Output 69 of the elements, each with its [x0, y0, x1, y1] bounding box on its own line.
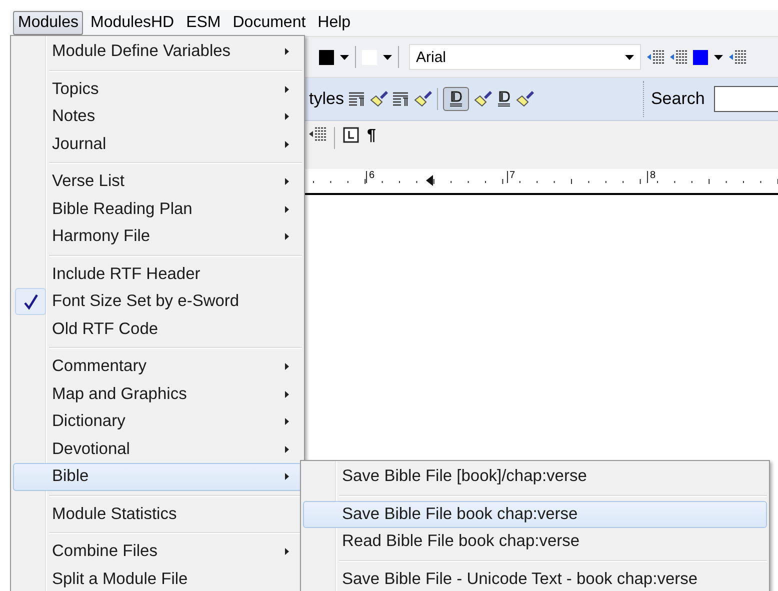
- tab-stop-icon[interactable]: [343, 127, 359, 143]
- menu-item[interactable]: Save Bible File [book]/chap:verse: [303, 463, 767, 490]
- submenu-arrow-icon: [285, 446, 289, 453]
- menu-title[interactable]: ESM: [181, 11, 226, 35]
- brush-icon[interactable]: [474, 91, 492, 107]
- menu-title[interactable]: ModulesHD: [85, 11, 180, 35]
- style-button[interactable]: [442, 87, 469, 111]
- checkmark-icon: [24, 294, 38, 310]
- menu-item[interactable]: Module Define Variables: [13, 38, 302, 66]
- menu-item[interactable]: Commentary: [13, 353, 302, 380]
- menu-item[interactable]: Split a Module File: [13, 566, 302, 591]
- search-label: Search: [650, 89, 705, 109]
- font-field[interactable]: Arial: [409, 44, 641, 70]
- indent-marker-icon[interactable]: [426, 175, 433, 186]
- menu-item[interactable]: Combine Files: [13, 538, 302, 566]
- menu-item[interactable]: Devotional: [13, 436, 302, 463]
- styles-label: tyles: [309, 89, 344, 109]
- menu-item[interactable]: Verse List: [13, 168, 302, 196]
- dropdown-caret-icon[interactable]: [625, 54, 634, 60]
- menu-item[interactable]: Old RTF Code: [13, 316, 302, 343]
- dropdown-caret-icon[interactable]: [714, 54, 723, 60]
- menu-item[interactable]: Topics: [13, 76, 302, 103]
- brush-icon[interactable]: [370, 91, 388, 107]
- submenu-arrow-icon: [285, 390, 289, 398]
- menu-item[interactable]: Include RTF Header: [13, 260, 302, 288]
- indent-icon[interactable]: [309, 127, 326, 141]
- submenu-arrow-icon: [285, 140, 289, 148]
- indent-icon[interactable]: [729, 50, 746, 64]
- ruler-number: 8: [647, 171, 778, 183]
- menu-title[interactable]: Modules: [13, 11, 84, 35]
- menu-item[interactable]: Bible Reading Plan: [13, 196, 302, 223]
- menu-item[interactable]: Notes: [13, 103, 302, 130]
- brush-icon[interactable]: [516, 91, 534, 107]
- submenu-arrow-icon: [285, 86, 289, 93]
- menu-item[interactable]: Save Bible File book chap:verse: [303, 500, 767, 528]
- indent-icon[interactable]: [647, 50, 664, 64]
- brush-icon[interactable]: [414, 91, 432, 107]
- color-swatch[interactable]: [693, 50, 708, 64]
- search-field[interactable]: [714, 86, 778, 112]
- submenu-arrow-icon: [285, 473, 289, 480]
- indent-icon[interactable]: [670, 50, 687, 64]
- submenu-arrow-icon: [285, 418, 289, 426]
- dropdown-caret-icon[interactable]: [340, 54, 349, 60]
- menu-item[interactable]: Save Bible File - Unicode Text - book chap:verse: [303, 566, 767, 591]
- menu-item[interactable]: Bible: [13, 463, 302, 490]
- menu-item[interactable]: Read Bible File book chap:verse: [303, 528, 767, 556]
- submenu-arrow-icon: [285, 178, 289, 186]
- character-style-icon[interactable]: [448, 91, 463, 107]
- pilcrow-button[interactable]: ¶: [367, 127, 376, 145]
- submenu-arrow-icon: [285, 233, 289, 240]
- submenu-arrow-icon: [285, 48, 289, 56]
- menu-item[interactable]: Font Size Set by e-Sword: [13, 288, 302, 316]
- menu-title[interactable]: Document: [228, 11, 311, 35]
- paragraph-style-icon[interactable]: [348, 92, 365, 106]
- menu-item[interactable]: Dictionary: [13, 408, 302, 436]
- paragraph-style-icon[interactable]: [392, 92, 409, 106]
- dropdown-caret-icon[interactable]: [383, 54, 392, 60]
- menu-item[interactable]: Harmony File: [13, 223, 302, 250]
- menu-item[interactable]: Module Statistics: [13, 500, 302, 528]
- menu-item[interactable]: Journal: [13, 130, 302, 158]
- submenu-arrow-icon: [285, 363, 289, 370]
- ruler-number: 7: [506, 171, 647, 183]
- submenu-arrow-icon: [285, 548, 289, 556]
- text-color-swatch[interactable]: [319, 50, 334, 64]
- menu-title[interactable]: Help: [312, 11, 356, 35]
- menu-item[interactable]: Map and Graphics: [13, 380, 302, 408]
- submenu-arrow-icon: [285, 113, 289, 120]
- submenu-arrow-icon: [285, 206, 289, 213]
- character-style-icon[interactable]: [496, 91, 511, 107]
